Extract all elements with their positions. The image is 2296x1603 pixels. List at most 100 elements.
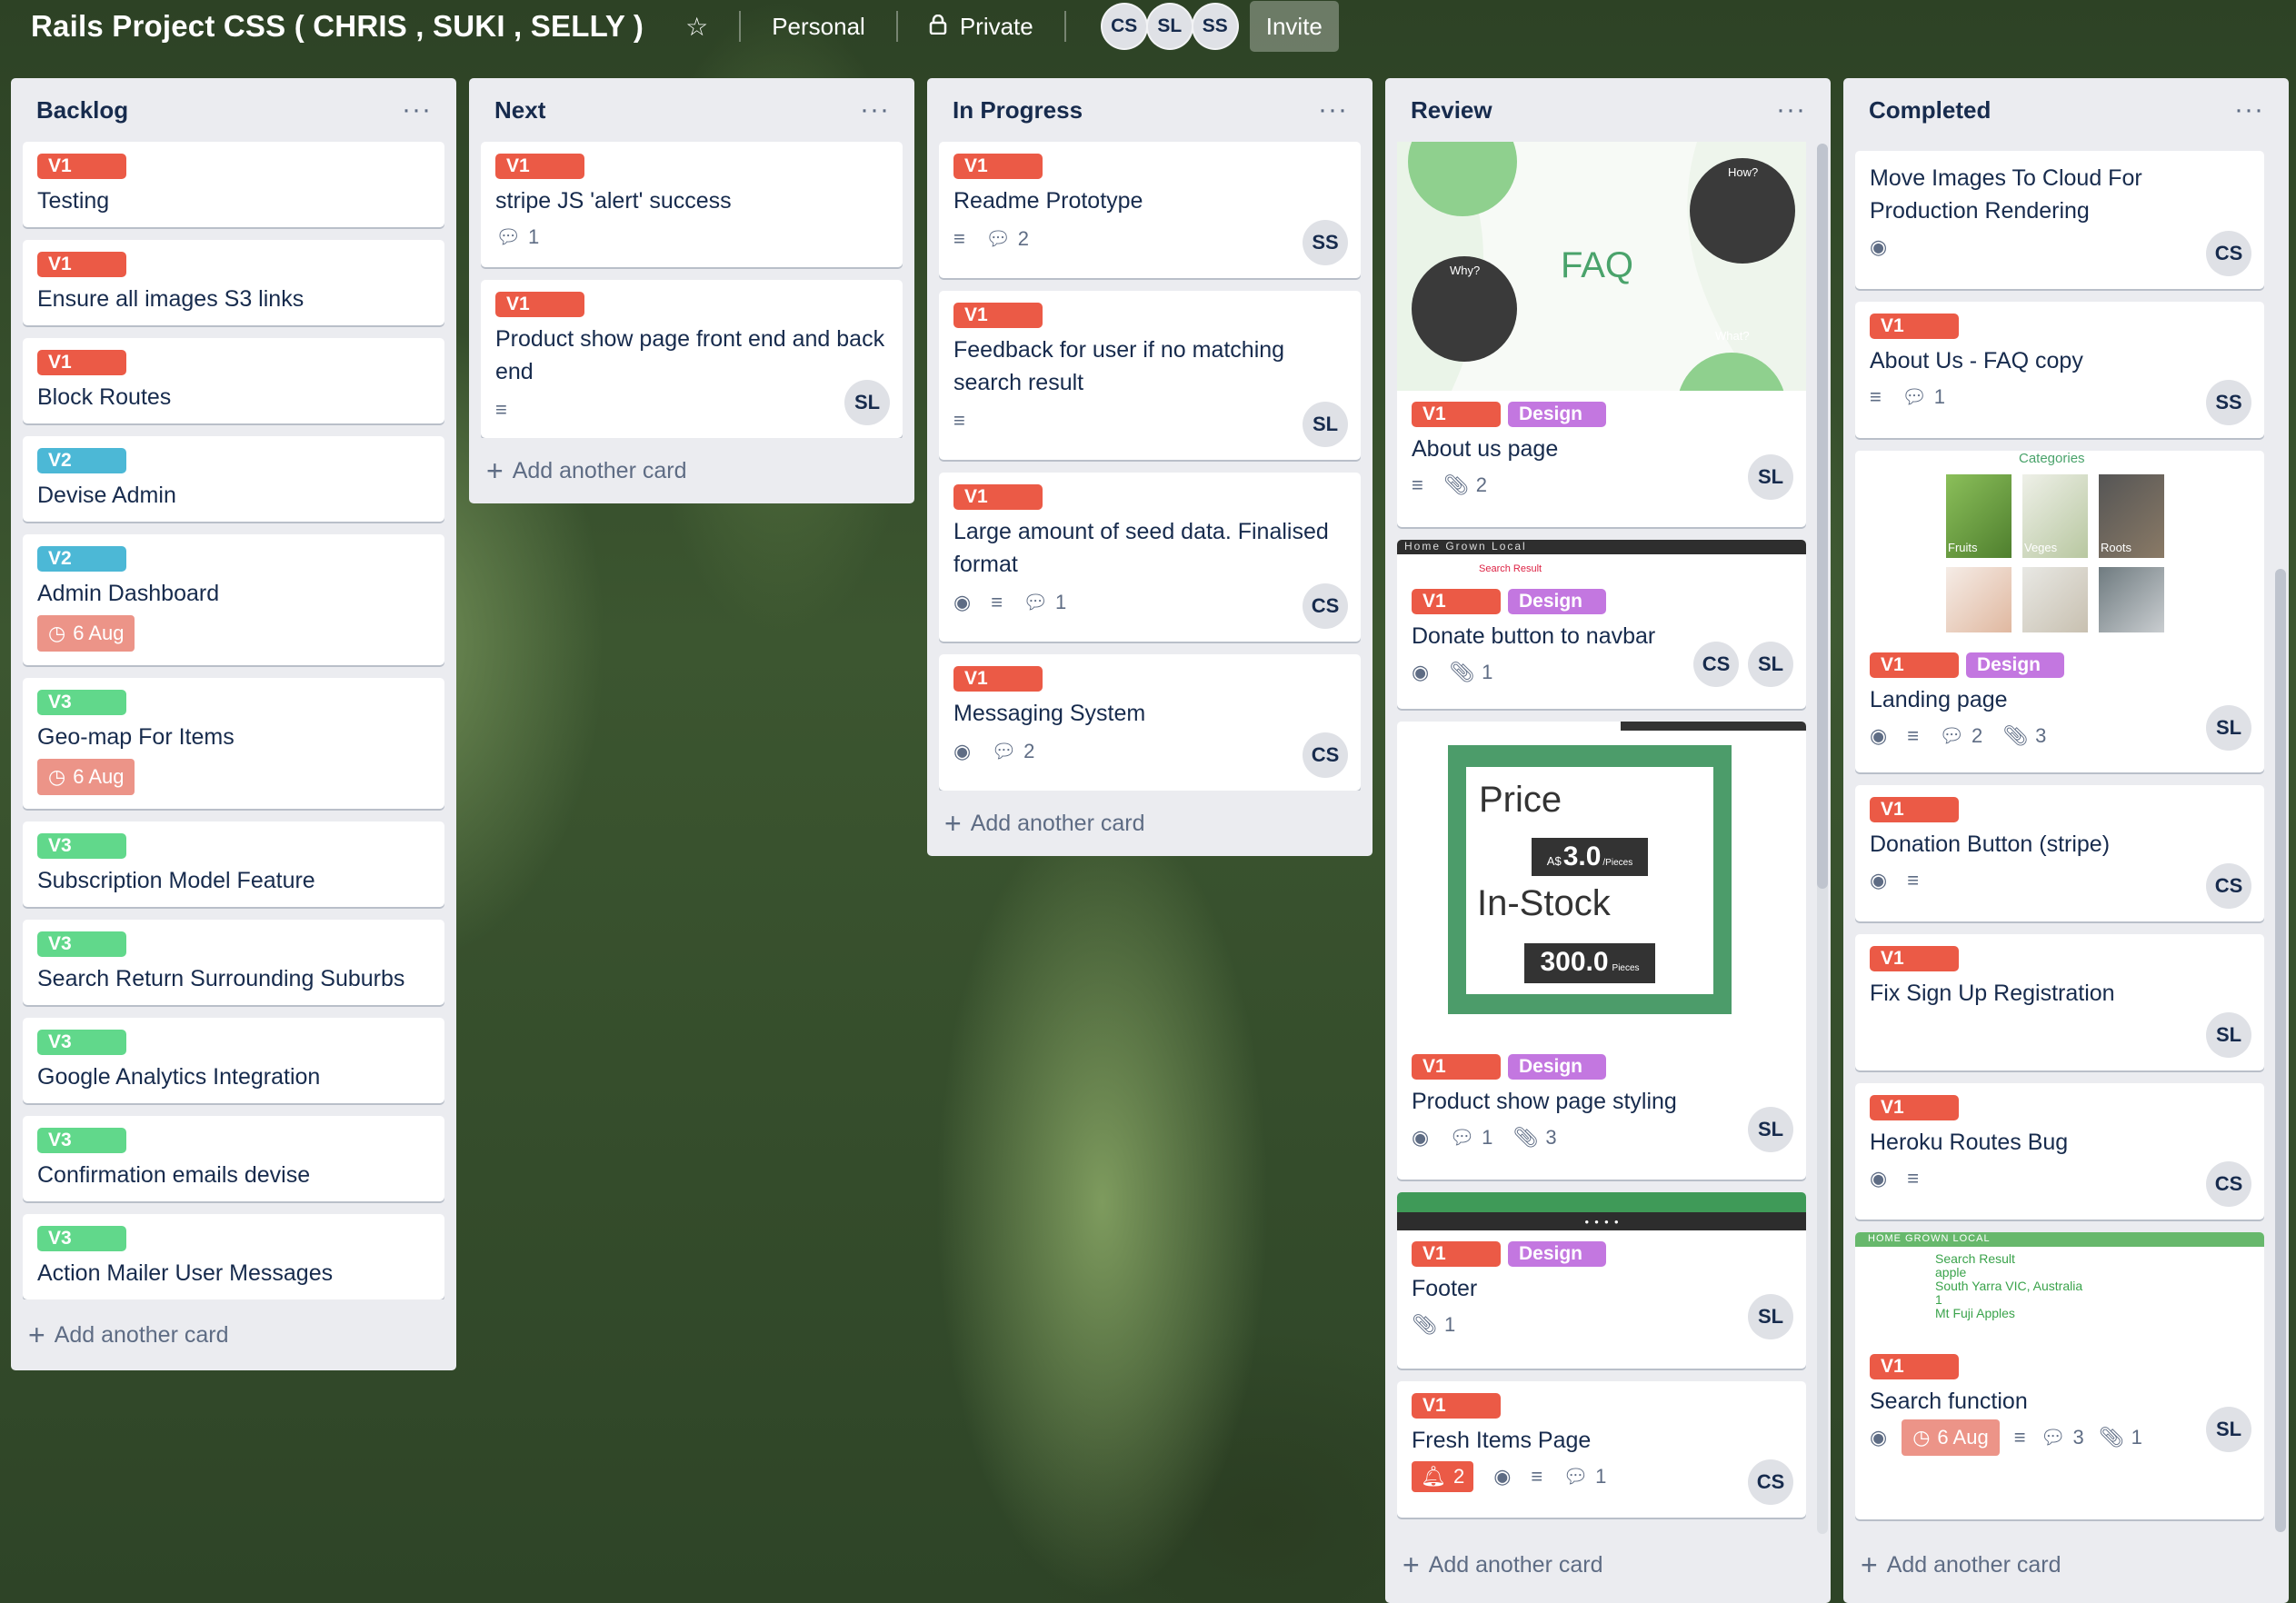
due-date-badge[interactable]: ◷ 6 Aug (37, 615, 135, 652)
list-card[interactable]: V2 Admin Dashboard ◷ 6 Aug (23, 534, 444, 665)
list-card[interactable]: V3 Action Mailer User Messages (23, 1214, 444, 1299)
list-scrollbar-thumb[interactable] (1817, 144, 1828, 889)
invite-button[interactable]: Invite (1249, 1, 1339, 52)
card-member-avatar[interactable]: SS (1303, 220, 1348, 265)
due-date-badge[interactable]: ◷ 6 Aug (1902, 1419, 2000, 1456)
card-label[interactable]: V1 (1870, 946, 1959, 971)
list-menu-button[interactable]: ··· (1776, 96, 1806, 124)
list-card[interactable]: V1 Ensure all images S3 links (23, 240, 444, 325)
card-label[interactable]: Design (1966, 652, 2064, 678)
list-card[interactable]: V3 Confirmation emails devise (23, 1116, 444, 1201)
list-card[interactable]: V3 Subscription Model Feature (23, 821, 444, 907)
card-label[interactable]: Design (1508, 1241, 1606, 1267)
card-member-avatar[interactable]: SL (844, 380, 890, 425)
list-title[interactable]: Completed (1869, 96, 1991, 124)
card-label[interactable]: Design (1508, 402, 1606, 427)
list-card[interactable]: V1 Heroku Routes Bug ◉ ≡ CS (1855, 1083, 2264, 1220)
card-label[interactable]: V3 (37, 931, 126, 957)
card-label[interactable]: V1 (953, 666, 1043, 692)
card-label[interactable]: V1 (1870, 797, 1959, 822)
card-label[interactable]: V1 (953, 484, 1043, 510)
list-card[interactable]: V3 Search Return Surrounding Suburbs (23, 920, 444, 1005)
list-card[interactable]: Move Images To Cloud For Production Rend… (1855, 151, 2264, 289)
card-label[interactable]: V1 (953, 154, 1043, 179)
board-title[interactable]: Rails Project CSS ( CHRIS , SUKI , SELLY… (31, 9, 644, 44)
list-card[interactable]: HOME GROWN LOCAL Search Result apple Sou… (1855, 1232, 2264, 1519)
card-label[interactable]: V1 (1412, 402, 1501, 427)
card-label[interactable]: V1 (495, 292, 584, 317)
workspace-button[interactable]: Personal (772, 6, 865, 46)
add-card-button[interactable]: + Add another card (1855, 1532, 2277, 1598)
list-card[interactable]: V1 Fix Sign Up Registration SL (1855, 934, 2264, 1070)
list-card[interactable]: V1 stripe JS 'alert' success 💬︎ 1 (481, 142, 903, 267)
card-label[interactable]: V1 (953, 303, 1043, 328)
card-member-avatar[interactable]: CS (2206, 1161, 2251, 1207)
add-card-button[interactable]: + Add another card (1397, 1532, 1819, 1598)
card-label[interactable]: V2 (37, 448, 126, 473)
card-label[interactable]: V1 (1412, 589, 1501, 614)
card-member-avatar[interactable]: SL (1748, 1107, 1793, 1152)
add-card-button[interactable]: + Add another card (939, 791, 1361, 856)
add-card-button[interactable]: + Add another card (23, 1299, 444, 1370)
card-member-avatar[interactable]: SL (1748, 1294, 1793, 1339)
card-label[interactable]: V1 (1412, 1241, 1501, 1267)
member-avatar[interactable]: SS (1191, 3, 1239, 50)
list-card[interactable]: V2 Devise Admin (23, 436, 444, 522)
card-label[interactable]: V3 (37, 833, 126, 859)
card-member-avatar[interactable]: CS (1693, 642, 1739, 687)
member-avatar[interactable]: CS (1100, 3, 1148, 50)
member-avatar[interactable]: SL (1145, 3, 1193, 50)
list-card[interactable]: ● ● ● ● V1 Design Footer 📎︎ 1 SL (1397, 1192, 1806, 1369)
notification-badge[interactable]: 🔔︎ 2 (1412, 1461, 1474, 1492)
list-title[interactable]: Next (494, 96, 545, 124)
card-label[interactable]: V1 (1870, 314, 1959, 339)
list-menu-button[interactable]: ··· (402, 96, 432, 124)
list-title[interactable]: In Progress (953, 96, 1083, 124)
list-card[interactable]: V1 Readme Prototype ≡ 💬︎ 2 SS (939, 142, 1361, 278)
card-member-avatar[interactable]: CS (2206, 863, 2251, 909)
list-card[interactable]: V1 Large amount of seed data. Finalised … (939, 473, 1361, 642)
card-member-avatar[interactable]: CS (1303, 583, 1348, 629)
card-label[interactable]: V3 (37, 1226, 126, 1251)
card-label[interactable]: V1 (37, 252, 126, 277)
card-member-avatar[interactable]: CS (1748, 1459, 1793, 1505)
card-label[interactable]: V1 (1870, 652, 1959, 678)
card-member-avatar[interactable]: SL (1748, 454, 1793, 500)
card-member-avatar[interactable]: SL (2206, 1012, 2251, 1058)
list-card[interactable]: FAQ How? Why? What? V1 Design About us p… (1397, 142, 1806, 527)
add-card-button[interactable]: + Add another card (481, 438, 903, 503)
card-label[interactable]: V3 (37, 1128, 126, 1153)
star-button[interactable]: ☆ (685, 6, 708, 46)
list-card[interactable]: Price A$ 3.0 /Pieces In-Stock 300.0 Piec… (1397, 722, 1806, 1180)
list-card[interactable]: V1 Block Routes (23, 338, 444, 423)
card-label[interactable]: V1 (1870, 1095, 1959, 1120)
list-card[interactable]: V1 Testing (23, 142, 444, 227)
list-card[interactable]: Categories Fruits Veges Roots V1 Design (1855, 451, 2264, 772)
list-title[interactable]: Backlog (36, 96, 128, 124)
list-card[interactable]: V1 Fresh Items Page 🔔︎ 2 ◉ ≡ 💬︎ 1 CS (1397, 1381, 1806, 1518)
list-card[interactable]: Home Grown Local Search Result V1 Design… (1397, 540, 1806, 709)
list-card[interactable]: V1 About Us - FAQ copy ≡ 💬︎ 1 SS (1855, 302, 2264, 438)
card-member-avatar[interactable]: SL (2206, 705, 2251, 751)
list-card[interactable]: V1 Product show page front end and back … (481, 280, 903, 438)
list-menu-button[interactable]: ··· (1318, 96, 1348, 124)
card-label[interactable]: V2 (37, 546, 126, 572)
card-label[interactable]: Design (1508, 1054, 1606, 1080)
list-title[interactable]: Review (1411, 96, 1492, 124)
card-label[interactable]: V3 (37, 1030, 126, 1055)
list-menu-button[interactable]: ··· (2234, 96, 2264, 124)
list-menu-button[interactable]: ··· (860, 96, 890, 124)
list-scrollbar[interactable] (2275, 569, 2286, 1532)
card-label[interactable]: V1 (37, 350, 126, 375)
list-card[interactable]: V1 Donation Button (stripe) ◉ ≡ CS (1855, 785, 2264, 921)
visibility-button[interactable]: Private (929, 6, 1033, 46)
due-date-badge[interactable]: ◷ 6 Aug (37, 759, 135, 795)
card-label[interactable]: V1 (37, 154, 126, 179)
card-member-avatar[interactable]: SL (1748, 642, 1793, 687)
list-card[interactable]: V1 Messaging System ◉ 💬︎ 2 CS (939, 654, 1361, 791)
card-label[interactable]: V3 (37, 690, 126, 715)
list-card[interactable]: V3 Google Analytics Integration (23, 1018, 444, 1103)
card-member-avatar[interactable]: SL (2206, 1407, 2251, 1452)
card-label[interactable]: Design (1508, 589, 1606, 614)
card-label[interactable]: V1 (1870, 1354, 1959, 1379)
